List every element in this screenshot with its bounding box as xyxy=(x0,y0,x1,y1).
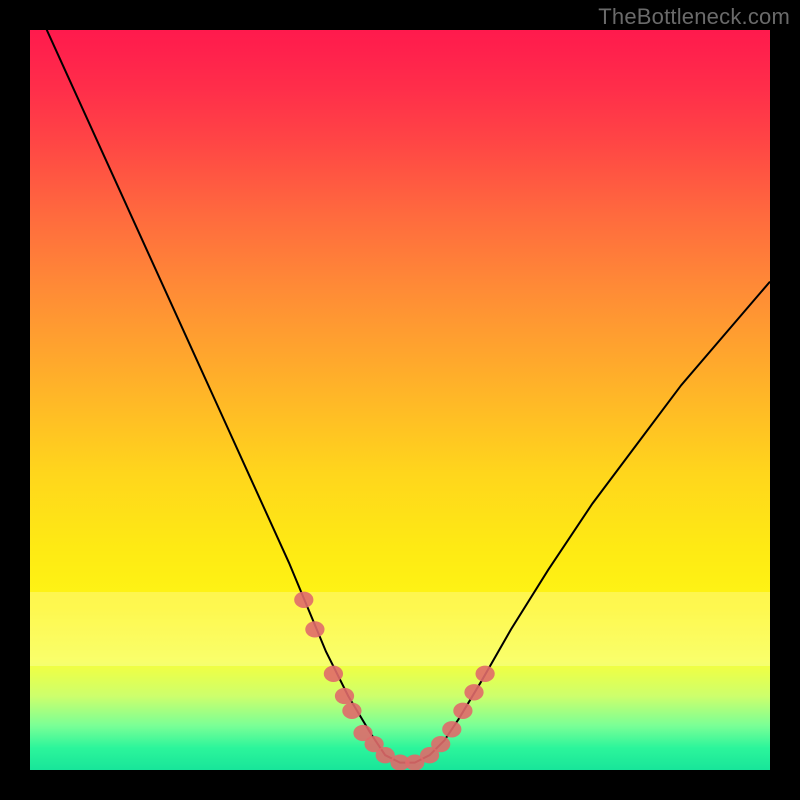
marker-dot xyxy=(294,592,313,608)
marker-dot xyxy=(475,666,494,682)
marker-dot xyxy=(464,684,483,700)
marker-dot xyxy=(453,703,472,719)
curve-path xyxy=(30,30,770,763)
marker-dot xyxy=(342,703,361,719)
plot-area xyxy=(30,30,770,770)
marker-dot xyxy=(324,666,343,682)
watermark-text: TheBottleneck.com xyxy=(598,4,790,30)
marker-dot xyxy=(335,688,354,704)
marker-dot xyxy=(442,721,461,737)
marker-dot xyxy=(305,621,324,637)
curve-layer xyxy=(30,30,770,770)
marker-dot xyxy=(431,736,450,752)
bottleneck-curve xyxy=(30,30,770,763)
chart-frame: TheBottleneck.com xyxy=(0,0,800,800)
highlight-dots xyxy=(294,592,495,770)
